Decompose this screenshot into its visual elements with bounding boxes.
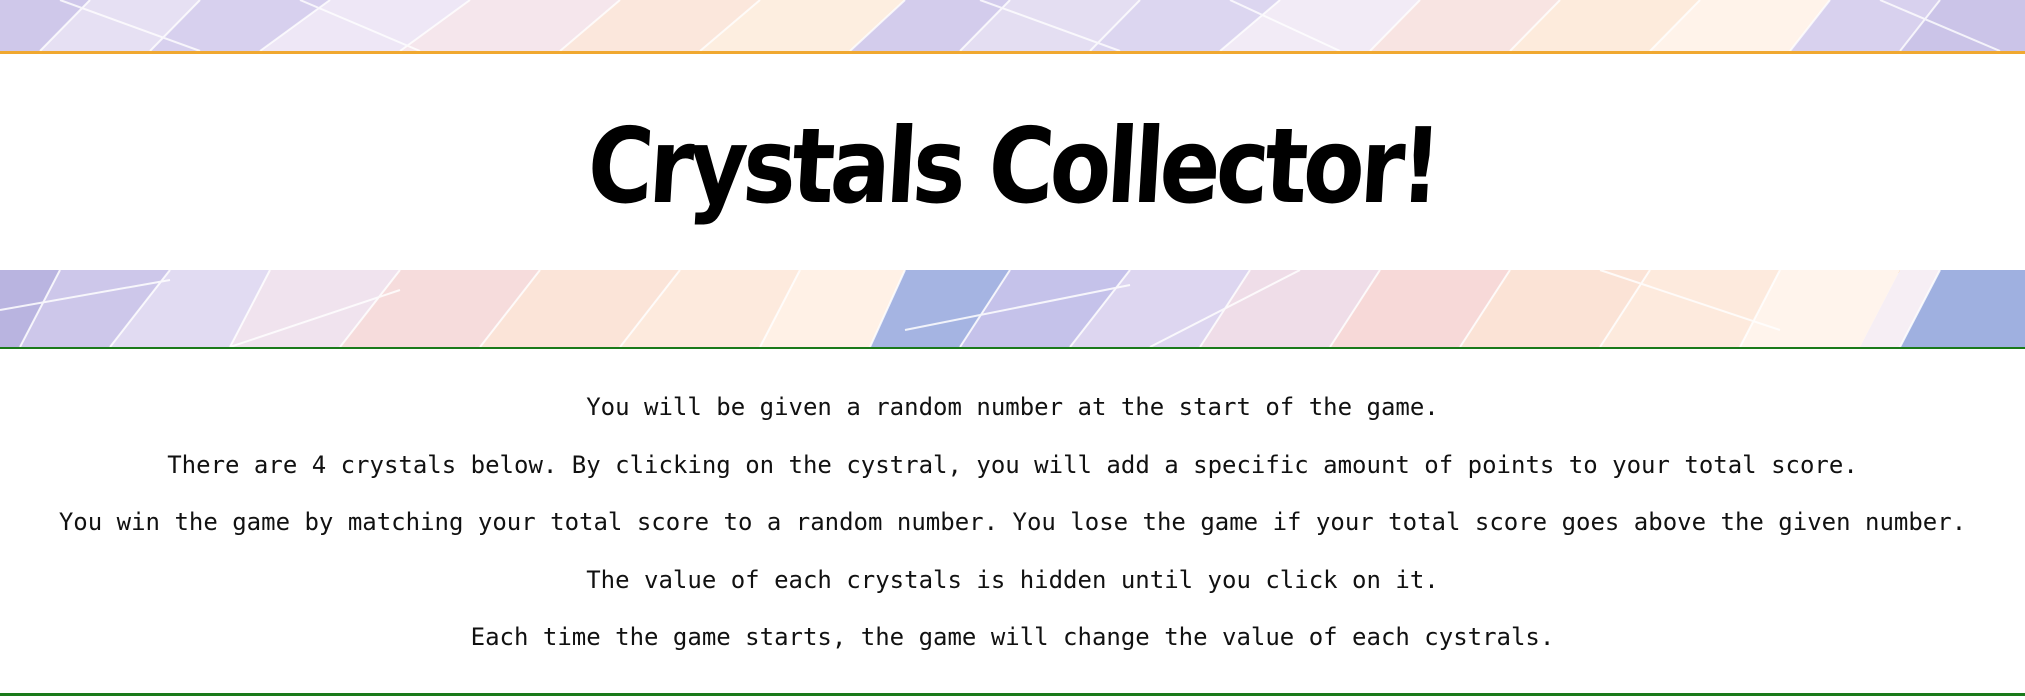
crystal-pattern-background-middle [0, 270, 2025, 347]
game-title: Crystals Collector! [584, 105, 1441, 227]
crystal-pattern-top-graphic [0, 0, 2025, 51]
crystal-pattern-middle-graphic [0, 270, 2025, 347]
game-instructions: You will be given a random number at the… [0, 347, 2025, 696]
instruction-line: You will be given a random number at the… [586, 393, 1439, 421]
instruction-line: You win the game by matching your total … [58, 508, 1967, 536]
instruction-line: Each time the game starts, the game will… [470, 623, 1555, 651]
crystal-pattern-background-top [0, 0, 2025, 51]
instruction-line: The value of each crystals is hidden unt… [586, 565, 1439, 594]
title-banner: Crystals Collector! [0, 51, 2025, 273]
instruction-line: There are 4 crystals below. By clicking … [167, 450, 1858, 479]
